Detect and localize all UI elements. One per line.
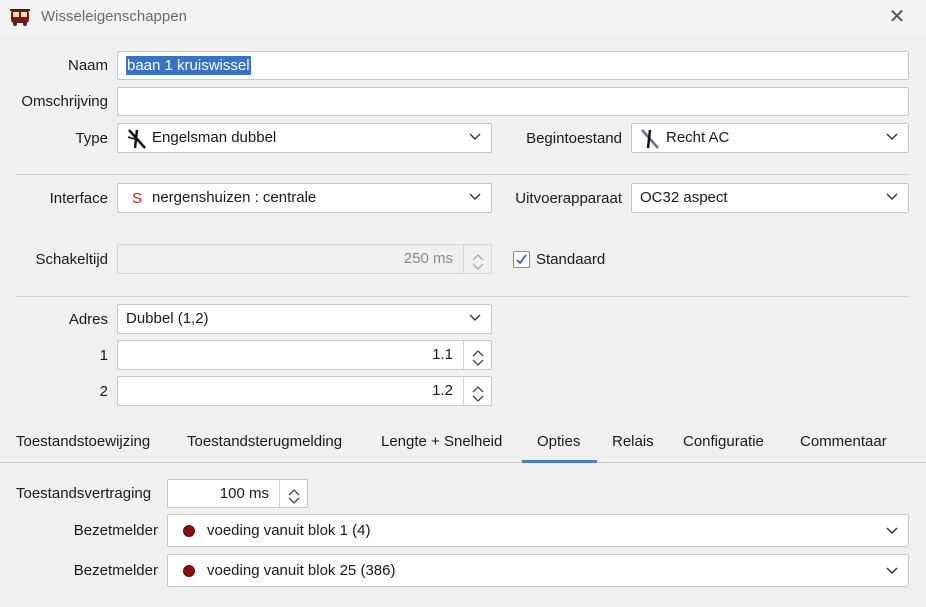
window-title: Wisseleigenschappen: [41, 8, 187, 25]
tab-opties[interactable]: Opties: [537, 433, 580, 450]
switch-state-icon: [638, 128, 662, 154]
bezetmelder2-value: voeding vanuit blok 25 (386): [207, 562, 396, 579]
separator: [16, 174, 909, 175]
omschrijving-input[interactable]: [117, 87, 909, 116]
interface-label: Interface: [49, 190, 108, 207]
type-select[interactable]: Engelsman dubbel: [117, 123, 492, 153]
schakeltijd-label: Schakeltijd: [35, 251, 108, 268]
spin-up-icon[interactable]: [471, 381, 485, 393]
spin-up-icon[interactable]: [471, 249, 485, 261]
chevron-down-icon: [468, 311, 482, 325]
uitvoerapparaat-label: Uitvoerapparaat: [515, 190, 622, 207]
toestandsvertraging-label: Toestandsvertraging: [16, 485, 152, 502]
bezetmelder1-label: Bezetmelder: [73, 522, 158, 539]
adres-select[interactable]: Dubbel (1,2): [117, 304, 492, 334]
chevron-down-icon: [468, 130, 482, 144]
type-label: Type: [75, 130, 108, 147]
separator: [16, 296, 909, 297]
schakeltijd-spinner[interactable]: 250 ms: [117, 244, 492, 274]
spin-up-icon[interactable]: [471, 345, 485, 357]
uitvoerapparaat-select[interactable]: OC32 aspect: [631, 183, 909, 213]
interface-select[interactable]: S nergenshuizen : centrale: [117, 183, 492, 213]
begintoestand-select[interactable]: Recht AC: [631, 123, 909, 153]
naam-label: Naam: [67, 57, 108, 74]
adres2-label: 2: [99, 383, 108, 400]
adres1-label: 1: [99, 347, 108, 364]
tab-relais[interactable]: Relais: [612, 433, 654, 450]
spin-down-icon[interactable]: [471, 391, 485, 402]
adres1-spinner[interactable]: 1.1: [117, 340, 492, 370]
tab-commentaar[interactable]: Commentaar: [800, 433, 887, 450]
chevron-down-icon: [885, 190, 899, 204]
bezetmelder2-select[interactable]: voeding vanuit blok 25 (386): [167, 554, 909, 587]
naam-value: baan 1 kruiswissel: [126, 56, 251, 75]
uitvoerapparaat-value: OC32 aspect: [640, 189, 728, 206]
bezetmelder1-value: voeding vanuit blok 1 (4): [207, 522, 371, 539]
adres-label: Adres: [68, 311, 108, 328]
tab-lengte-snelheid[interactable]: Lengte + Snelheid: [381, 433, 502, 450]
begintoestand-label: Begintoestand: [526, 130, 622, 147]
interface-value: nergenshuizen : centrale: [152, 189, 317, 206]
standaard-checkbox[interactable]: [513, 251, 530, 268]
chevron-down-icon: [468, 190, 482, 204]
occupancy-dot-icon: [183, 565, 195, 577]
chevron-down-icon: [885, 130, 899, 144]
begintoestand-value: Recht AC: [666, 129, 730, 146]
train-icon: [10, 7, 32, 27]
omschrijving-label: Omschrijving: [21, 93, 108, 110]
tab-bar-border: [0, 462, 926, 463]
active-tab-indicator: [522, 460, 597, 463]
spin-down-icon[interactable]: [471, 259, 485, 270]
schakeltijd-value: 250 ms: [403, 250, 453, 267]
engelsman-switch-icon: [125, 128, 149, 154]
adres2-value: 1.2: [432, 382, 453, 399]
checkmark-icon: [516, 254, 527, 265]
adres-value: Dubbel (1,2): [126, 310, 209, 327]
chevron-down-icon: [885, 524, 899, 538]
spin-down-icon[interactable]: [287, 493, 301, 504]
occupancy-dot-icon: [183, 525, 195, 537]
type-value: Engelsman dubbel: [152, 129, 277, 146]
toestandsvertraging-spinner[interactable]: 100 ms: [167, 479, 308, 508]
adres1-value: 1.1: [432, 346, 453, 363]
chevron-down-icon: [885, 564, 899, 578]
toestandsvertraging-value: 100 ms: [219, 485, 269, 502]
interface-type-icon: S: [132, 190, 143, 207]
adres2-spinner[interactable]: 1.2: [117, 376, 492, 406]
close-icon[interactable]: ✕: [884, 4, 910, 30]
tab-configuratie[interactable]: Configuratie: [683, 433, 764, 450]
bezetmelder2-label: Bezetmelder: [73, 562, 158, 579]
standaard-label: Standaard: [536, 251, 606, 268]
naam-input[interactable]: baan 1 kruiswissel: [117, 51, 909, 80]
spin-down-icon[interactable]: [471, 355, 485, 366]
bezetmelder1-select[interactable]: voeding vanuit blok 1 (4): [167, 514, 909, 547]
tab-toestandstoewijzing[interactable]: Toestandstoewijzing: [16, 433, 150, 450]
tab-toestandsterugmelding[interactable]: Toestandsterugmelding: [187, 433, 342, 450]
